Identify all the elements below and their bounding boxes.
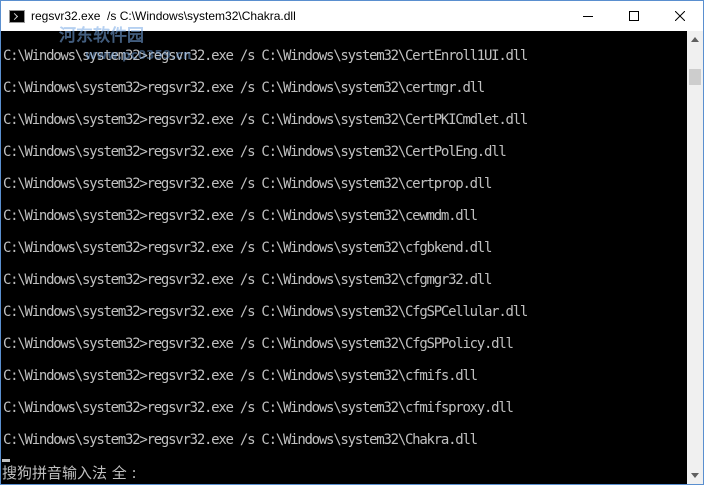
chevron-down-icon: [691, 473, 699, 478]
close-button[interactable]: [657, 1, 703, 31]
console-line: C:\Windows\system32>regsvr32.exe /s C:\W…: [3, 336, 514, 352]
ime-status-bar: 搜狗拼音输入法 全 :: [1, 461, 137, 483]
scroll-thumb[interactable]: [689, 69, 701, 85]
console-line: C:\Windows\system32>regsvr32.exe /s C:\W…: [3, 80, 485, 96]
console-line: C:\Windows\system32>regsvr32.exe /s C:\W…: [3, 48, 528, 64]
console-line: C:\Windows\system32>regsvr32.exe /s C:\W…: [3, 240, 492, 256]
console-line: C:\Windows\system32>regsvr32.exe /s C:\W…: [3, 112, 528, 128]
title-bar[interactable]: regsvr32.exe /s C:\Windows\system32\Chak…: [1, 1, 703, 31]
minimize-button[interactable]: [565, 1, 611, 31]
console-line: C:\Windows\system32>regsvr32.exe /s C:\W…: [3, 208, 478, 224]
console-line: C:\Windows\system32>regsvr32.exe /s C:\W…: [3, 304, 528, 320]
close-icon: [675, 11, 685, 21]
scroll-up-button[interactable]: [687, 31, 703, 48]
scroll-down-button[interactable]: [687, 467, 703, 484]
console-line: C:\Windows\system32>regsvr32.exe /s C:\W…: [3, 144, 507, 160]
maximize-button[interactable]: [611, 1, 657, 31]
console-icon[interactable]: [9, 9, 25, 23]
console-line: C:\Windows\system32>regsvr32.exe /s C:\W…: [3, 272, 492, 288]
console-line: C:\Windows\system32>regsvr32.exe /s C:\W…: [3, 368, 478, 384]
console-line: C:\Windows\system32>regsvr32.exe /s C:\W…: [3, 176, 492, 192]
chevron-up-icon: [691, 37, 699, 42]
minimize-icon: [583, 16, 593, 17]
vertical-scrollbar[interactable]: [687, 31, 703, 484]
console-line: C:\Windows\system32>regsvr32.exe /s C:\W…: [3, 400, 514, 416]
console-line: C:\Windows\system32>regsvr32.exe /s C:\W…: [3, 432, 478, 448]
window-title: regsvr32.exe /s C:\Windows\system32\Chak…: [31, 9, 296, 23]
maximize-icon: [629, 11, 639, 21]
console-output[interactable]: C:\Windows\system32>regsvr32.exe /s C:\W…: [1, 31, 687, 484]
console-window: regsvr32.exe /s C:\Windows\system32\Chak…: [0, 0, 704, 485]
ime-status-text: 搜狗拼音输入法 全 :: [2, 463, 137, 482]
